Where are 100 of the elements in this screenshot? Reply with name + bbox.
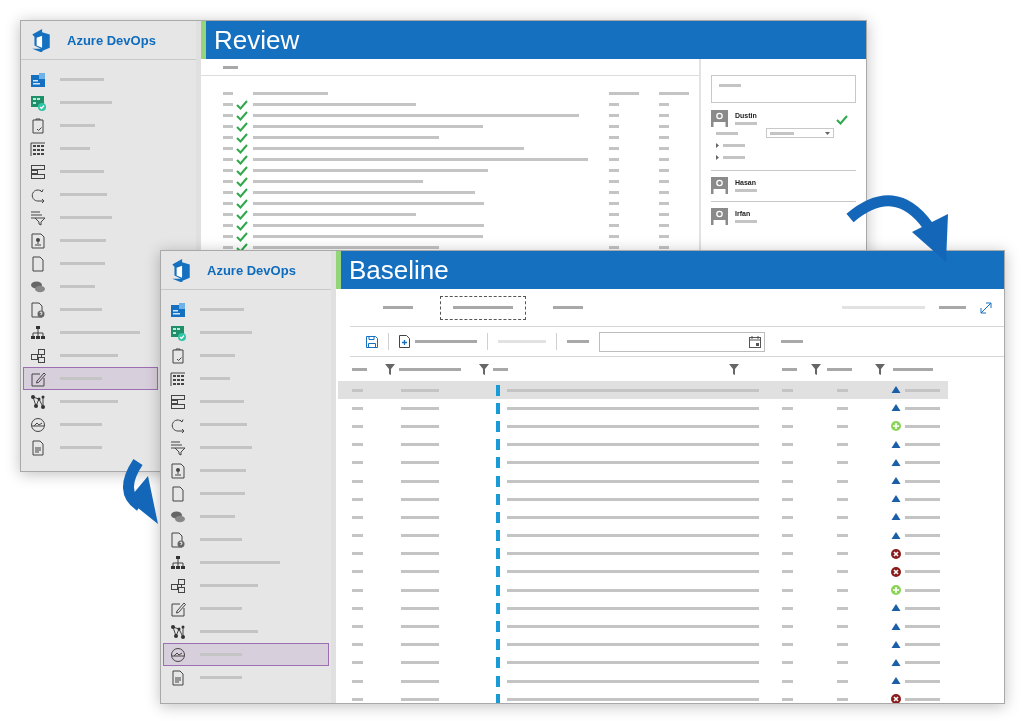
placeholder-bar	[401, 661, 439, 665]
date-field[interactable]	[599, 331, 765, 352]
placeholder-bar	[200, 676, 242, 679]
table-row[interactable]	[338, 381, 948, 400]
placeholder-bar	[352, 443, 363, 447]
placeholder-bar	[401, 406, 439, 410]
placeholder-bar	[609, 125, 619, 128]
add-document-icon[interactable]	[399, 335, 410, 348]
help-document-icon	[170, 531, 186, 548]
gauge-icon	[170, 646, 186, 663]
expand-icon[interactable]	[980, 301, 992, 314]
placeholder-bar	[60, 124, 95, 127]
placeholder-bar	[905, 625, 940, 629]
placeholder-bar	[905, 424, 940, 428]
placeholder-bar	[60, 262, 105, 265]
grid-icon	[30, 140, 46, 157]
filter-icon[interactable]	[479, 363, 489, 375]
placeholder-bar	[401, 534, 439, 538]
placeholder-bar	[905, 461, 940, 465]
placeholder-bar	[609, 147, 619, 150]
placeholder-bar	[401, 570, 439, 574]
placeholder-bar	[659, 114, 669, 117]
placeholder-bar	[453, 306, 513, 309]
filter-icon[interactable]	[811, 363, 821, 375]
change-marker	[496, 511, 500, 523]
placeholder-bar	[223, 235, 233, 238]
placeholder-bar	[782, 697, 793, 701]
placeholder-bar	[905, 534, 940, 538]
save-icon[interactable]	[366, 335, 378, 348]
triangle-up-icon	[891, 403, 901, 414]
filter-icon[interactable]	[875, 363, 885, 375]
placeholder-bar	[200, 400, 244, 403]
placeholder-bar	[60, 423, 102, 426]
placeholder-bar	[401, 479, 439, 483]
clipboard-icon	[170, 347, 186, 364]
placeholder-bar	[782, 643, 793, 647]
placeholder-bar	[352, 588, 363, 592]
placeholder-bar	[905, 515, 940, 519]
placeholder-bar	[223, 202, 233, 205]
change-marker	[496, 621, 500, 633]
placeholder-bar	[223, 158, 233, 161]
placeholder-bar	[60, 101, 112, 104]
placeholder-bar	[352, 643, 363, 647]
placeholder-bar	[782, 661, 793, 665]
clipboard-icon	[30, 117, 46, 134]
calendar-icon[interactable]	[749, 335, 761, 348]
tab[interactable]	[440, 295, 526, 320]
placeholder-bar	[223, 103, 233, 106]
placeholder-bar	[837, 479, 848, 483]
placeholder-bar	[200, 308, 244, 311]
placeholder-bar	[609, 224, 619, 227]
placeholder-bar	[905, 479, 940, 483]
placeholder-bar	[905, 588, 940, 592]
placeholder-bar	[905, 443, 940, 447]
comment-field[interactable]	[711, 75, 856, 103]
change-marker	[496, 693, 500, 703]
placeholder-bar	[609, 169, 619, 172]
placeholder-bar	[567, 340, 589, 343]
placeholder-bar	[223, 180, 233, 183]
cycle-icon	[30, 186, 46, 203]
dropdown[interactable]	[766, 128, 834, 138]
placeholder-bar	[223, 191, 233, 194]
avatar-silhouette-icon	[711, 110, 728, 127]
azure-devops-logo-icon	[169, 258, 193, 282]
triangle-up-icon	[891, 439, 901, 450]
placeholder-bar	[609, 158, 619, 161]
filter-icon[interactable]	[385, 363, 395, 375]
page-icon	[30, 255, 46, 272]
edit-icon	[30, 370, 46, 387]
placeholder-bar	[60, 400, 118, 403]
placeholder-bar	[716, 131, 738, 135]
placeholder-bar	[223, 65, 238, 69]
hierarchy-icon	[30, 324, 46, 341]
avatar-silhouette-icon	[711, 208, 728, 225]
placeholder-bar	[905, 661, 940, 665]
placeholder-bar	[609, 235, 619, 238]
placeholder-bar	[200, 492, 245, 495]
placeholder-bar	[401, 625, 439, 629]
placeholder-bar	[200, 515, 235, 518]
grid-icon	[170, 370, 186, 387]
placeholder-bar	[905, 643, 940, 647]
nodes-icon	[170, 623, 186, 640]
filter-icon[interactable]	[729, 363, 739, 375]
placeholder-bar	[782, 534, 793, 538]
triangle-up-icon	[891, 494, 901, 505]
placeholder-bar	[200, 607, 242, 610]
placeholder-bar	[383, 306, 413, 309]
placeholder-bar	[905, 697, 940, 701]
placeholder-bar	[782, 625, 793, 629]
placeholder-bar	[60, 147, 90, 150]
placeholder-bar	[609, 246, 619, 249]
cycle-icon	[170, 416, 186, 433]
filter-list-icon	[170, 439, 186, 456]
triangle-up-icon	[891, 530, 901, 541]
placeholder-bar	[659, 180, 669, 183]
change-marker	[496, 530, 500, 542]
placeholder-bar	[609, 202, 619, 205]
placeholder-bar	[352, 515, 363, 519]
placeholder-bar	[837, 625, 848, 629]
placeholder-bar	[352, 497, 363, 501]
